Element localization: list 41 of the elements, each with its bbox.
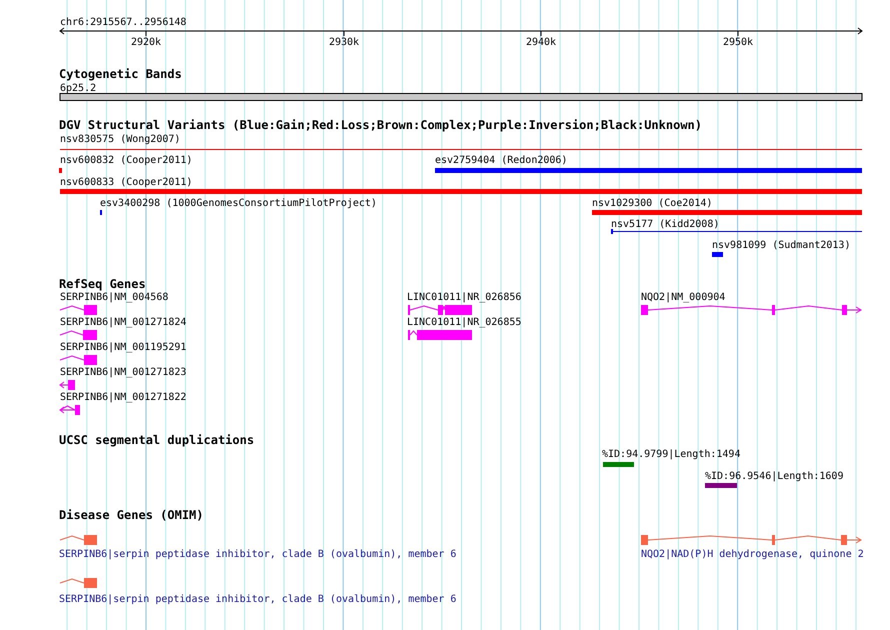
gene-model-drawing bbox=[60, 535, 97, 545]
variant-label: esv2759404 (Redon2006) bbox=[435, 155, 568, 166]
variant-label: esv3400298 (1000GenomesConsortiumPilotProject) bbox=[100, 198, 377, 209]
gene-model-drawing bbox=[60, 330, 97, 340]
band-label: 6p25.2 bbox=[60, 83, 96, 94]
disease-gene-link[interactable]: SERPINB6|serpin peptidase inhibitor, clade B (ovalbumin), member 6 bbox=[59, 549, 456, 560]
variant-label: nsv600833 (Cooper2011) bbox=[60, 177, 192, 188]
tick-label: 2940k bbox=[526, 37, 556, 48]
disease-gene-link[interactable]: SERPINB6|serpin peptidase inhibitor, clade B (ovalbumin), member 6 bbox=[59, 594, 456, 605]
gene-model-drawing bbox=[60, 578, 97, 588]
track-title: Cytogenetic Bands bbox=[59, 67, 182, 81]
variant-label: nsv1029300 (Coe2014) bbox=[592, 198, 712, 209]
gene-model-drawing bbox=[59, 380, 75, 390]
duplication-label: %ID:94.9799|Length:1494 bbox=[602, 449, 740, 460]
gene-model-drawing bbox=[60, 355, 97, 365]
gene-label: LINC01011|NR_026856 bbox=[407, 292, 522, 303]
track-title: UCSC segmental duplications bbox=[59, 433, 254, 447]
track-title: RefSeq Genes bbox=[59, 277, 146, 291]
track-title: Disease Genes (OMIM) bbox=[59, 508, 204, 522]
variant-label: nsv5177 (Kidd2008) bbox=[611, 219, 720, 230]
gene-model-drawing bbox=[408, 330, 472, 340]
gene-label: SERPINB6|NM_001195291 bbox=[60, 342, 186, 353]
tick-label: 2950k bbox=[722, 37, 754, 48]
gene-model-drawing bbox=[60, 305, 97, 315]
region-label: chr6:2915567..2956148 bbox=[60, 17, 186, 28]
variant-label: nsv981099 (Sudmant2013) bbox=[712, 240, 850, 251]
gene-label: SERPINB6|NM_001271823 bbox=[60, 367, 186, 378]
gene-label: SERPINB6|NM_001271822 bbox=[60, 392, 186, 403]
gene-label: SERPINB6|NM_004568 bbox=[60, 292, 168, 303]
gene-label: NQO2|NM_000904 bbox=[641, 292, 726, 303]
tick-label: 2930k bbox=[328, 37, 360, 48]
tick-label: 2920k bbox=[130, 37, 162, 48]
gene-label: SERPINB6|NM_001271824 bbox=[60, 317, 186, 328]
gene-model-drawing bbox=[59, 405, 80, 415]
disease-gene-link[interactable]: NQO2|NAD(P)H dehydrogenase, quinone 2 bbox=[641, 549, 864, 560]
track-title: DGV Structural Variants (Blue:Gain;Red:Loss;Brown:Complex;Purple:Inversion;Black:Unknown) bbox=[59, 118, 702, 132]
gene-model-drawing bbox=[408, 305, 472, 315]
gene-label: LINC01011|NR_026855 bbox=[407, 317, 522, 328]
variant-label: nsv600832 (Cooper2011) bbox=[60, 155, 192, 166]
variant-label: nsv830575 (Wong2007) bbox=[60, 134, 180, 145]
duplication-label: %ID:96.9546|Length:1609 bbox=[705, 471, 844, 482]
